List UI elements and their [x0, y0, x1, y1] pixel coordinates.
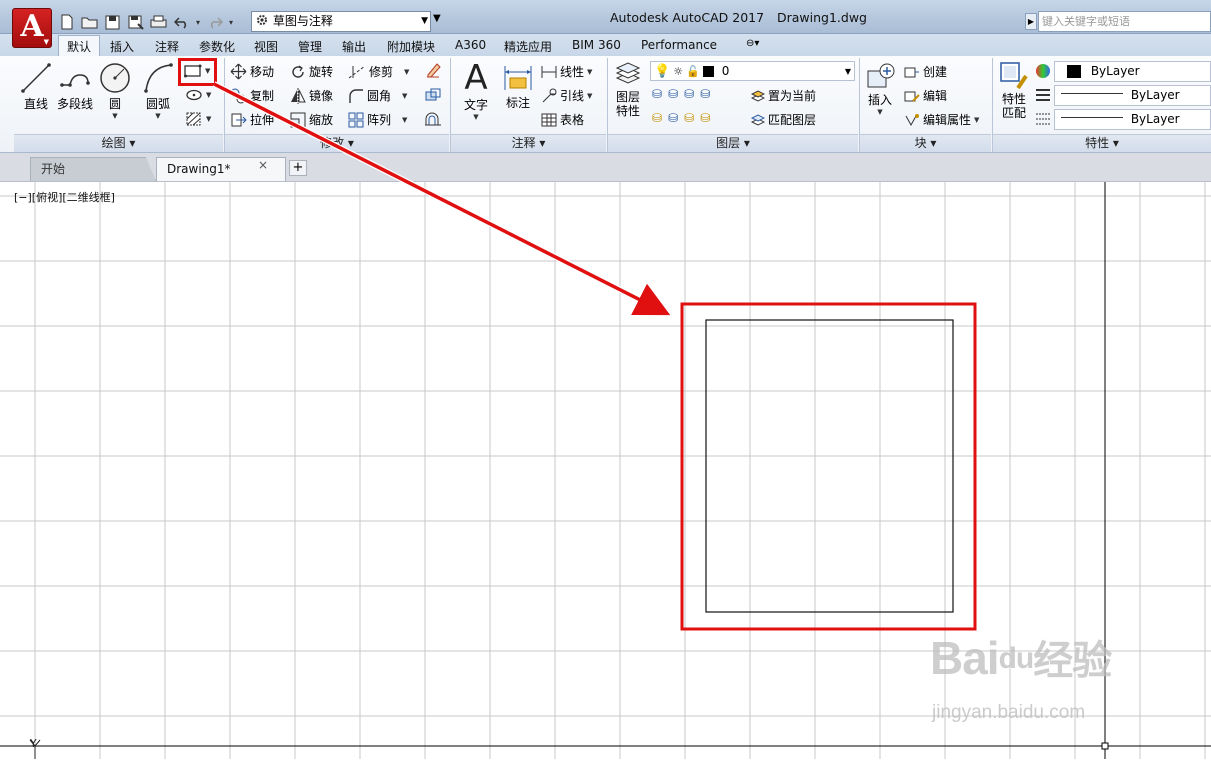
chevron-down-icon: ▼ [43, 37, 49, 46]
watermark-url: jingyan.baidu.com [932, 702, 1086, 723]
baidu-jingyan-watermark: Baidu经验 jingyan.baidu.com [930, 628, 1150, 733]
annotation-arrow [213, 82, 671, 316]
autocad-logo-letter: A [20, 9, 44, 44]
watermark-paw: du [998, 642, 1035, 675]
application-menu-button[interactable]: A ▼ [12, 8, 52, 48]
watermark-cn: 经验 [1033, 639, 1112, 683]
watermark-brand: Bai [930, 632, 1000, 684]
